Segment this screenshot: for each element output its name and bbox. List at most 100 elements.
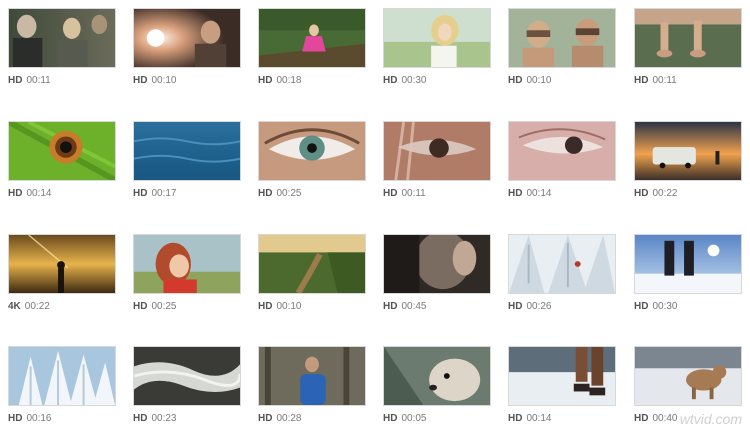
clip-quality-badge: HD	[508, 188, 523, 199]
clip-tile[interactable]: HD 00:45	[383, 234, 491, 314]
clip-thumbnail[interactable]	[634, 346, 742, 406]
clip-meta: HD 00:14	[8, 188, 51, 200]
clip-quality-badge: HD	[383, 301, 398, 312]
clip-quality-badge: HD	[8, 75, 23, 86]
clip-thumbnail[interactable]	[508, 121, 616, 181]
clip-duration: 00:28	[276, 413, 302, 424]
clip-meta: HD 00:11	[383, 188, 426, 200]
clip-meta: HD 00:25	[133, 301, 176, 313]
clip-quality-badge: HD	[508, 301, 523, 312]
clip-tile[interactable]: HD 00:14	[8, 121, 116, 201]
clip-thumbnail[interactable]	[634, 234, 742, 294]
clip-tile[interactable]: HD 00:25	[258, 121, 366, 201]
clip-tile[interactable]: HD 00:14	[508, 121, 616, 201]
clip-meta: HD 00:28	[258, 413, 301, 425]
clip-tile[interactable]: HD 00:05	[383, 346, 491, 426]
clip-duration: 00:22	[652, 188, 678, 199]
clip-tile[interactable]: HD 00:28	[258, 346, 366, 426]
clip-tile[interactable]: HD 00:10	[133, 8, 241, 88]
clip-tile[interactable]: HD 00:22	[634, 121, 742, 201]
clip-tile[interactable]: HD 00:30	[383, 8, 491, 88]
clip-thumbnail[interactable]	[508, 8, 616, 68]
clip-duration: 00:05	[401, 413, 427, 424]
clip-thumbnail[interactable]	[8, 8, 116, 68]
clip-duration: 00:22	[24, 301, 50, 312]
clip-meta: HD 00:05	[383, 413, 426, 425]
clip-tile[interactable]: 4K 00:22	[8, 234, 116, 314]
clip-tile[interactable]: HD 00:11	[8, 8, 116, 88]
clip-thumbnail[interactable]	[383, 346, 491, 406]
clip-meta: HD 00:14	[508, 413, 551, 425]
clip-quality-badge: HD	[8, 188, 23, 199]
clip-quality-badge: HD	[383, 75, 398, 86]
clip-quality-badge: HD	[258, 413, 273, 424]
clip-tile[interactable]: HD 00:17	[133, 121, 241, 201]
clip-tile[interactable]: HD 00:16	[8, 346, 116, 426]
clip-tile[interactable]: HD 00:10	[508, 8, 616, 88]
clip-quality-badge: HD	[133, 188, 148, 199]
clip-thumbnail[interactable]	[508, 234, 616, 294]
clip-thumbnail[interactable]	[133, 121, 241, 181]
clip-meta: HD 00:14	[508, 188, 551, 200]
clip-quality-badge: HD	[508, 413, 523, 424]
clip-thumbnail[interactable]	[8, 234, 116, 294]
clip-quality-badge: HD	[508, 75, 523, 86]
clip-thumbnail[interactable]	[133, 8, 241, 68]
clip-thumbnail[interactable]	[634, 121, 742, 181]
clip-duration: 00:14	[526, 413, 552, 424]
clip-quality-badge: HD	[258, 188, 273, 199]
clip-thumbnail[interactable]	[383, 234, 491, 294]
clip-meta: 4K 00:22	[8, 301, 50, 313]
clip-duration: 00:40	[652, 413, 678, 424]
clip-meta: HD 00:17	[133, 188, 176, 200]
clip-tile[interactable]: HD 00:11	[383, 121, 491, 201]
clip-tile[interactable]: HD 00:30	[634, 234, 742, 314]
clip-meta: HD 00:10	[508, 75, 551, 87]
clip-meta: HD 00:10	[258, 301, 301, 313]
clip-thumbnail[interactable]	[8, 346, 116, 406]
clip-tile[interactable]: HD 00:11	[634, 8, 742, 88]
clip-thumbnail[interactable]	[258, 8, 366, 68]
clip-thumbnail[interactable]	[133, 234, 241, 294]
clip-quality-badge: HD	[133, 75, 148, 86]
clip-quality-badge: HD	[8, 413, 23, 424]
clip-thumbnail[interactable]	[383, 121, 491, 181]
clip-meta: HD 00:23	[133, 413, 176, 425]
clip-meta: HD 00:10	[133, 75, 176, 87]
clip-quality-badge: HD	[258, 75, 273, 86]
clip-thumbnail[interactable]	[634, 8, 742, 68]
clip-duration: 00:25	[276, 188, 302, 199]
clip-thumbnail[interactable]	[383, 8, 491, 68]
clip-duration: 00:11	[401, 188, 426, 199]
clip-tile[interactable]: HD 00:23	[133, 346, 241, 426]
clip-meta: HD 00:45	[383, 301, 426, 313]
clip-meta: HD 00:26	[508, 301, 551, 313]
clip-thumbnail[interactable]	[8, 121, 116, 181]
clip-tile[interactable]: HD 00:14	[508, 346, 616, 426]
clip-duration: 00:11	[26, 75, 51, 86]
clip-thumbnail[interactable]	[133, 346, 241, 406]
clip-tile[interactable]: HD 00:26	[508, 234, 616, 314]
clip-duration: 00:14	[526, 188, 552, 199]
clip-meta: HD 00:22	[634, 188, 677, 200]
clip-meta: HD 00:16	[8, 413, 51, 425]
clip-tile[interactable]: HD 00:18	[258, 8, 366, 88]
clip-duration: 00:14	[26, 188, 52, 199]
clip-thumbnail[interactable]	[258, 121, 366, 181]
clip-thumbnail[interactable]	[258, 346, 366, 406]
clip-quality-badge: HD	[634, 413, 649, 424]
clip-meta: HD 00:30	[383, 75, 426, 87]
clip-thumbnail[interactable]	[258, 234, 366, 294]
clip-meta: HD 00:40	[634, 413, 677, 425]
clip-quality-badge: HD	[634, 75, 649, 86]
clip-tile[interactable]: HD 00:10	[258, 234, 366, 314]
clip-duration: 00:45	[401, 301, 427, 312]
clip-meta: HD 00:18	[258, 75, 301, 87]
clip-duration: 00:10	[276, 301, 302, 312]
clip-quality-badge: HD	[258, 301, 273, 312]
clip-grid: HD 00:11 HD 00:10 HD 00:18 HD 00:30 HD 00:10 HD…	[0, 0, 750, 433]
clip-thumbnail[interactable]	[508, 346, 616, 406]
clip-quality-badge: HD	[133, 301, 148, 312]
clip-tile[interactable]: HD 00:25	[133, 234, 241, 314]
clip-quality-badge: HD	[383, 188, 398, 199]
